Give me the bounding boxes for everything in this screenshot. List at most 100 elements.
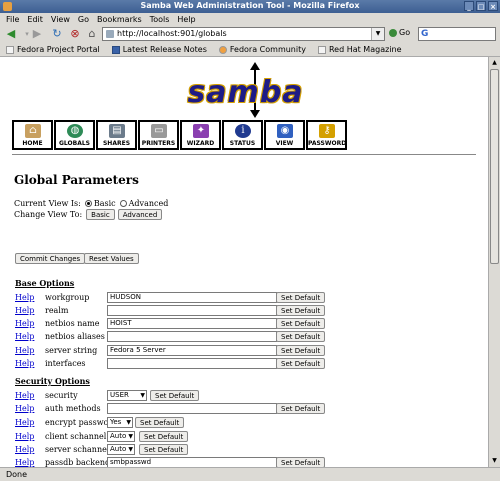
set-default-button[interactable]: Set Default (139, 444, 189, 455)
menu-tools[interactable]: Tools (150, 15, 170, 24)
bookmark-item[interactable]: Fedora Community (218, 45, 306, 54)
set-default-button[interactable]: Set Default (276, 457, 326, 467)
help-link[interactable]: Help (15, 404, 34, 413)
help-link[interactable]: Help (15, 391, 34, 400)
menu-file[interactable]: File (6, 15, 19, 24)
password-button[interactable]: ⚷ PASSWORD (306, 120, 347, 150)
scroll-down-icon[interactable]: ▼ (490, 456, 499, 466)
param-row-netbios-aliases: Help netbios aliases Set Default (15, 331, 475, 343)
status-label: STATUS (229, 140, 256, 147)
basic-radio-label: Basic (93, 199, 116, 208)
minimize-icon[interactable]: _ (464, 1, 474, 11)
vertical-scrollbar[interactable]: ▲ ▼ (488, 57, 500, 467)
wizard-icon: ✦ (193, 124, 209, 138)
close-icon[interactable]: × (488, 1, 498, 11)
printers-button[interactable]: ▭ PRINTERS (138, 120, 179, 150)
wizard-button[interactable]: ✦ WIZARD (180, 120, 221, 150)
swat-toolbar: ⌂ HOME ◍ GLOBALS ▤ SHARES ▭ PRINTERS ✦ WIZARD… (12, 120, 347, 150)
passdb-backend-input[interactable]: smbpasswd (107, 457, 277, 467)
set-default-button[interactable]: Set Default (276, 292, 326, 303)
help-link[interactable]: Help (15, 293, 34, 302)
param-name: interfaces (45, 359, 86, 368)
client-schannel-select[interactable]: Auto ▼ (107, 431, 135, 442)
set-default-button[interactable]: Set Default (135, 417, 185, 428)
reset-values-button[interactable]: Reset Values (84, 253, 139, 264)
bookmark-item[interactable]: Latest Release Notes (111, 45, 207, 54)
favicon-icon (106, 30, 114, 38)
reload-icon[interactable]: ↻ (50, 27, 64, 41)
view-button[interactable]: ◉ VIEW (264, 120, 305, 150)
menu-edit[interactable]: Edit (27, 15, 43, 24)
interfaces-input[interactable] (107, 358, 277, 369)
server-schannel-select[interactable]: Auto ▼ (107, 444, 135, 455)
help-link[interactable]: Help (15, 418, 34, 427)
help-link[interactable]: Help (15, 306, 34, 315)
set-default-button[interactable]: Set Default (276, 345, 326, 356)
bookmark-item[interactable]: Fedora Project Portal (6, 45, 100, 54)
chevron-down-icon: ▼ (126, 419, 131, 426)
bookmark-item[interactable]: Red Hat Magazine (317, 45, 402, 54)
workgroup-input[interactable]: HUDSON (107, 292, 277, 303)
set-default-button[interactable]: Set Default (276, 318, 326, 329)
shares-button[interactable]: ▤ SHARES (96, 120, 137, 150)
help-link[interactable]: Help (15, 458, 34, 467)
chevron-down-icon: ▼ (128, 446, 133, 453)
status-icon: i (235, 124, 251, 138)
advanced-view-button[interactable]: Advanced (117, 209, 163, 220)
menu-help[interactable]: Help (177, 15, 195, 24)
fedora-community-icon (218, 45, 227, 54)
set-default-button[interactable]: Set Default (276, 358, 326, 369)
set-default-button[interactable]: Set Default (150, 390, 200, 401)
basic-radio[interactable] (84, 200, 92, 207)
menu-go[interactable]: Go (78, 15, 89, 24)
commit-changes-button[interactable]: Commit Changes (15, 253, 86, 264)
go-button[interactable]: Go (389, 28, 410, 37)
help-link[interactable]: Help (15, 445, 34, 454)
url-bar[interactable]: http://localhost:901/globals ▼ (102, 27, 385, 41)
back-icon[interactable]: ◀ (4, 27, 18, 41)
set-default-button[interactable]: Set Default (139, 431, 189, 442)
status-button[interactable]: i STATUS (222, 120, 263, 150)
scroll-up-icon[interactable]: ▲ (490, 58, 499, 68)
url-dropdown-icon[interactable]: ▼ (371, 28, 384, 40)
logo-text: samba (187, 75, 304, 110)
security-select[interactable]: USER ▼ (107, 390, 147, 401)
page-title: Global Parameters (14, 173, 139, 187)
forward-icon[interactable]: ▶ (30, 27, 44, 41)
help-link[interactable]: Help (15, 359, 34, 368)
netbios-aliases-input[interactable] (107, 331, 277, 342)
help-link[interactable]: Help (15, 332, 34, 341)
scrollbar-thumb[interactable] (490, 69, 499, 264)
home-button[interactable]: ⌂ HOME (12, 120, 53, 150)
param-name: auth methods (45, 404, 101, 413)
server-string-input[interactable]: Fedora 5 Server (107, 345, 277, 356)
server-schannel-value: Auto (110, 445, 127, 453)
search-input[interactable]: G (418, 27, 496, 41)
help-link[interactable]: Help (15, 432, 34, 441)
advanced-radio[interactable] (119, 200, 127, 207)
current-view-row: Current View Is: Basic Advanced (14, 199, 168, 208)
auth-methods-input[interactable] (107, 403, 277, 414)
param-row-realm: Help realm Set Default (15, 305, 475, 317)
stop-icon[interactable]: ⊗ (68, 27, 82, 41)
go-label: Go (399, 28, 411, 37)
home-icon[interactable]: ⌂ (85, 27, 99, 41)
window-title: Samba Web Administration Tool - Mozilla … (140, 1, 360, 10)
menu-view[interactable]: View (51, 15, 70, 24)
set-default-button[interactable]: Set Default (276, 305, 326, 316)
maximize-icon[interactable]: □ (476, 1, 486, 11)
basic-view-button[interactable]: Basic (86, 209, 115, 220)
menu-bookmarks[interactable]: Bookmarks (97, 15, 142, 24)
realm-input[interactable] (107, 305, 277, 316)
globals-button[interactable]: ◍ GLOBALS (54, 120, 95, 150)
help-link[interactable]: Help (15, 319, 34, 328)
chevron-down-icon: ▼ (140, 392, 145, 399)
param-name: netbios aliases (45, 332, 105, 341)
set-default-button[interactable]: Set Default (276, 403, 326, 414)
bookmark-label: Latest Release Notes (122, 45, 207, 54)
encrypt-passwords-select[interactable]: Yes ▼ (107, 417, 133, 428)
netbios-name-input[interactable]: HOIST (107, 318, 277, 329)
home-label: HOME (22, 140, 43, 147)
set-default-button[interactable]: Set Default (276, 331, 326, 342)
help-link[interactable]: Help (15, 346, 34, 355)
